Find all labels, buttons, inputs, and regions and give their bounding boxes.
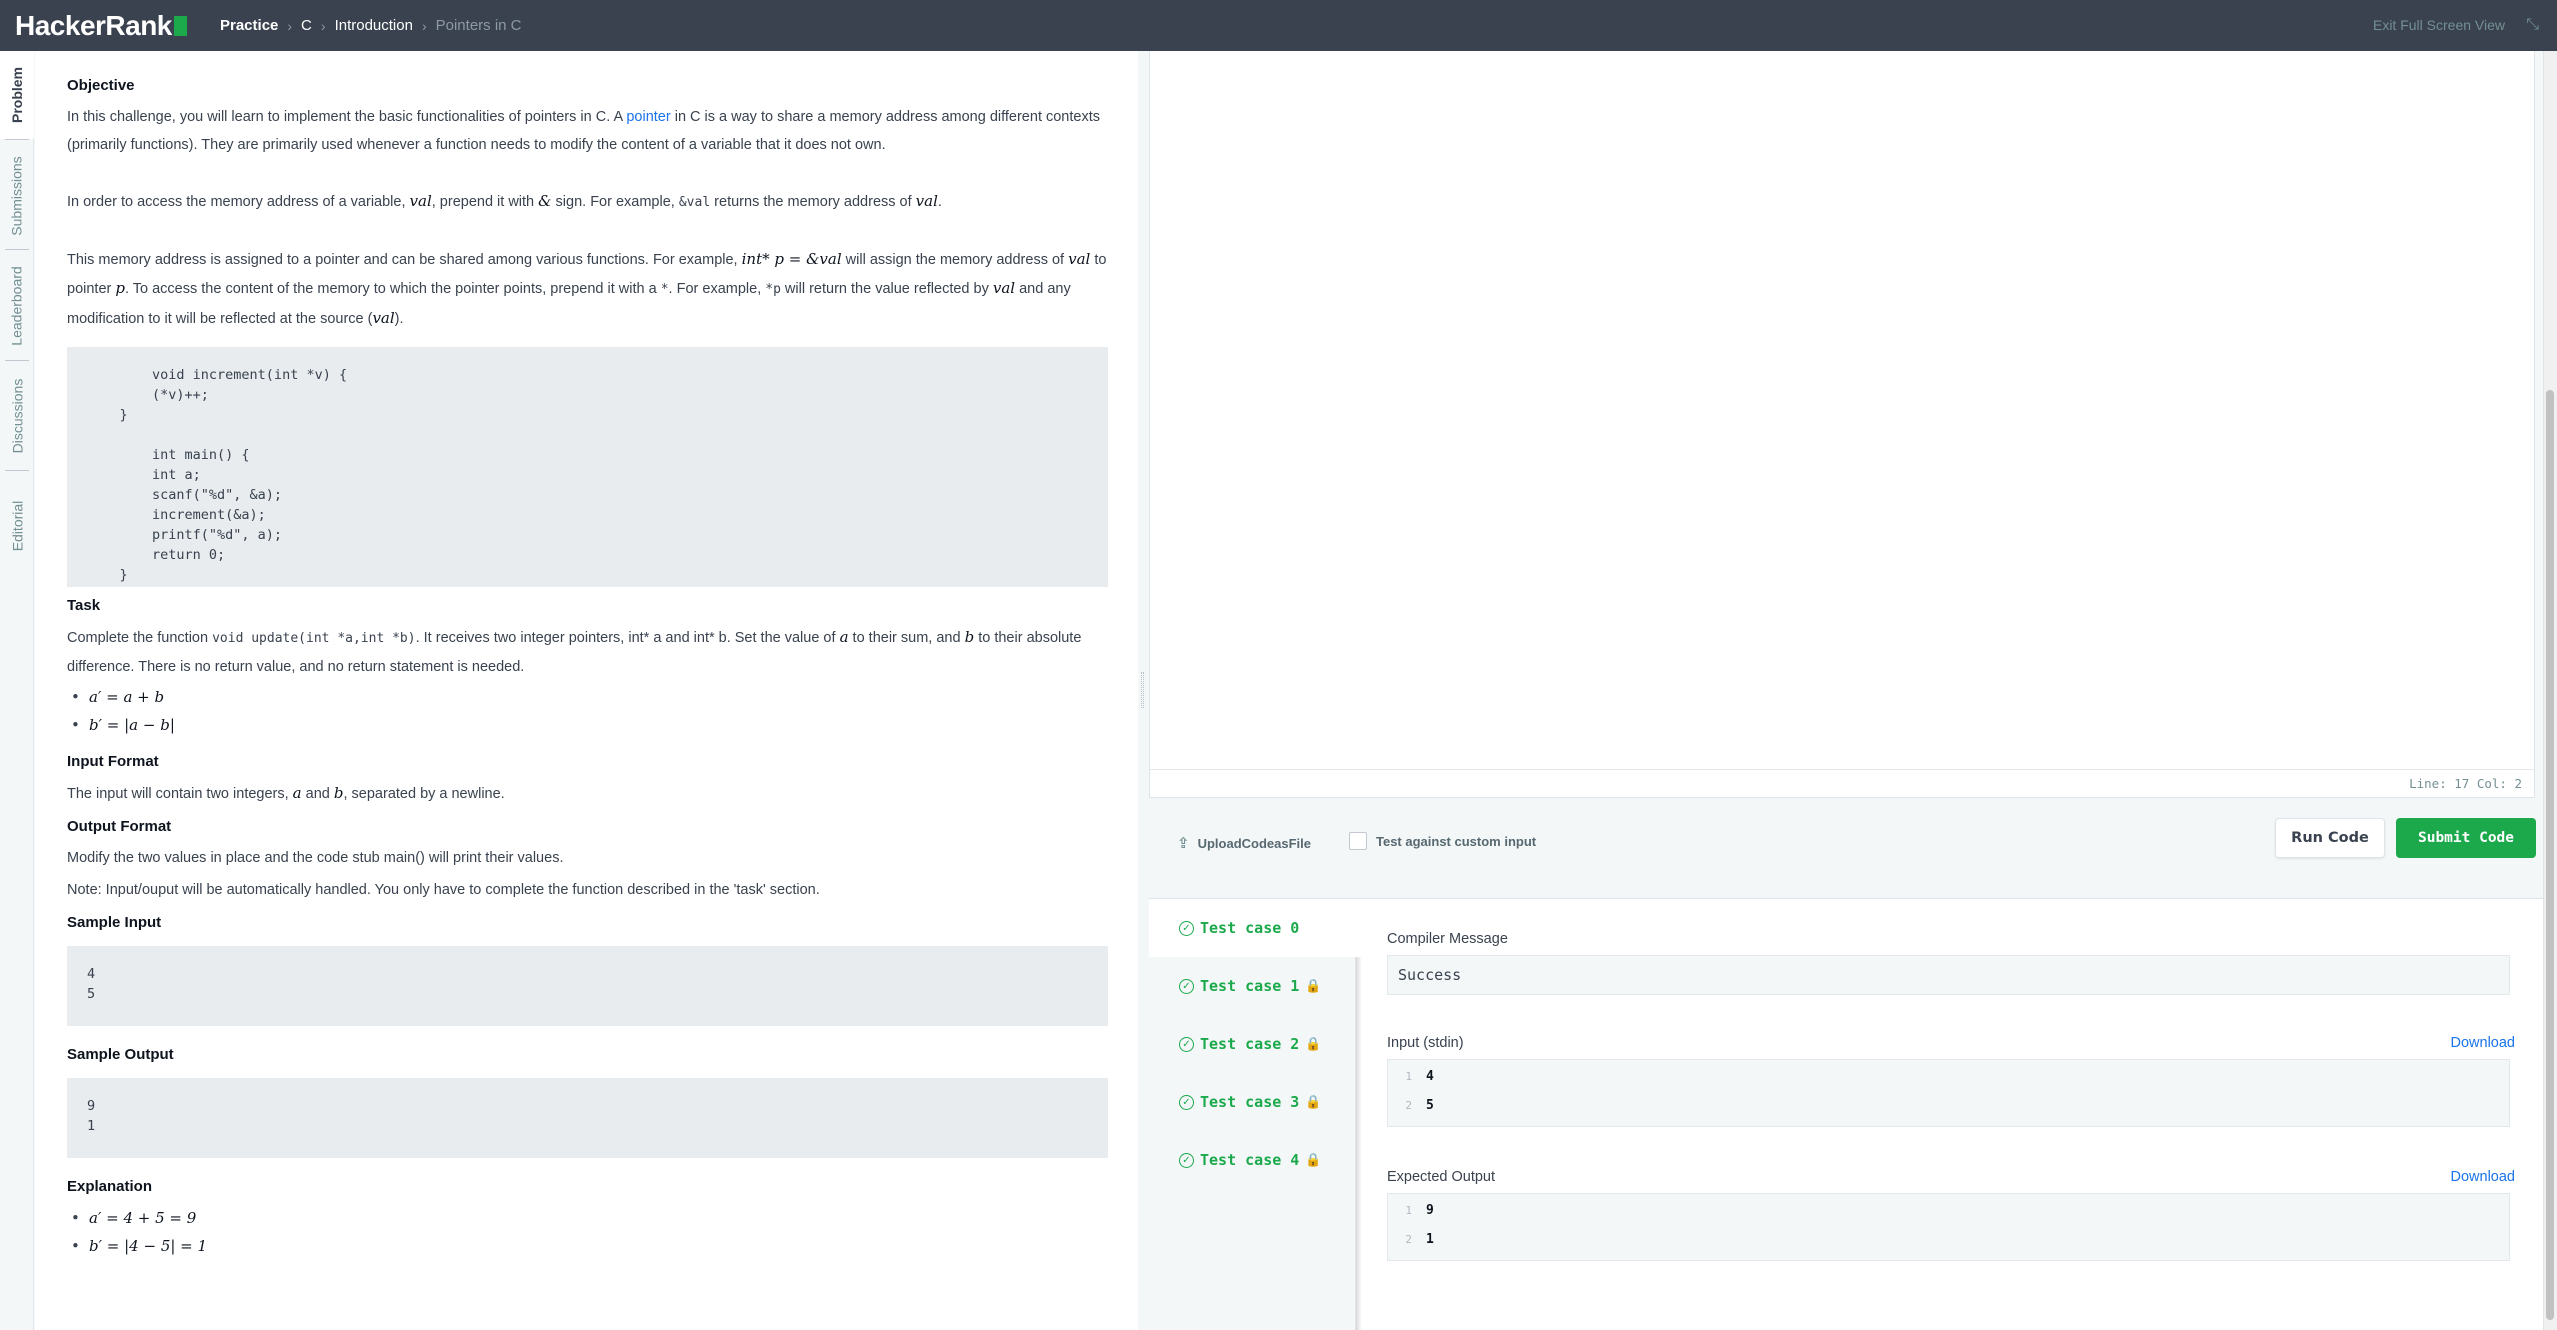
list-item: 25 — [1405, 1098, 1434, 1113]
lock-icon: 🔒 — [1305, 1152, 1322, 1168]
list-item: 19 — [1405, 1203, 1434, 1218]
tab-divider — [5, 139, 29, 140]
explanation-heading: Explanation — [67, 1178, 153, 1195]
chevron-right-icon: › — [421, 17, 427, 34]
tab-divider — [5, 249, 29, 250]
objective-heading: Objective — [67, 77, 135, 94]
tab-editorial[interactable]: Editorial — [0, 476, 34, 576]
input-download-link[interactable]: Download — [2451, 1035, 2516, 1051]
tab-test-case-2[interactable]: ✓ Test case 2 🔒 — [1149, 1015, 1356, 1073]
test-case-list: ✓ Test case 0 ✓ Test case 1 🔒 ✓ Test case 2 🔒… — [1149, 899, 1357, 1330]
breadcrumb-practice[interactable]: Practice — [220, 17, 278, 34]
divider-shadow — [1356, 957, 1362, 1330]
tab-divider — [5, 360, 29, 361]
objective-paragraph-3: This memory address is assigned to a poi… — [67, 250, 1107, 327]
tab-divider — [5, 470, 29, 471]
side-tabs: Problem Submissions Leaderboard Discussi… — [0, 51, 34, 1330]
expected-download-link[interactable]: Download — [2451, 1169, 2516, 1185]
list-item: b′ = |4 − 5| = 1 — [71, 1232, 1108, 1260]
code-editor[interactable]: Line: 17 Col: 2 — [1149, 51, 2535, 798]
check-circle-icon: ✓ — [1179, 1094, 1194, 1110]
tab-test-case-4[interactable]: ✓ Test case 4 🔒 — [1149, 1131, 1356, 1189]
input-box: 14 25 — [1387, 1059, 2510, 1127]
lock-icon: 🔒 — [1305, 1036, 1322, 1052]
test-results-panel: ✓ Test case 0 ✓ Test case 1 🔒 ✓ Test case 2 🔒… — [1149, 898, 2543, 1330]
expected-output-label: Expected Output — [1387, 1169, 1496, 1185]
sample-input-heading: Sample Input — [67, 914, 162, 931]
list-item: a′ = 4 + 5 = 9 — [71, 1204, 1108, 1232]
drag-handle-icon[interactable] — [1141, 672, 1144, 708]
explanation-bullets: a′ = 4 + 5 = 9 b′ = |4 − 5| = 1 — [71, 1204, 1108, 1260]
output-format-note: Note: Input/ouput will be automatically … — [67, 882, 820, 898]
sample-output-block: 9 1 — [67, 1078, 1108, 1158]
sample-input-block: 4 5 — [67, 946, 1108, 1026]
check-circle-icon: ✓ — [1179, 1036, 1194, 1052]
task-heading: Task — [67, 597, 101, 614]
breadcrumb-current: Pointers in C — [435, 17, 522, 34]
compiler-message-box: Success — [1387, 955, 2510, 995]
tab-test-case-0[interactable]: ✓ Test case 0 — [1149, 899, 1357, 957]
list-item: a′ = a + b — [71, 683, 1108, 711]
input-format-paragraph: The input will contain two integers, a a… — [67, 784, 505, 802]
hackerrank-logo[interactable]: HackerRank — [15, 10, 187, 42]
editor-actions: ⇪ UploadCodeasFile Test against custom in… — [1149, 798, 2543, 898]
editor-status-bar: Line: 17 Col: 2 — [1150, 769, 2534, 797]
list-item: 21 — [1405, 1232, 1434, 1247]
input-label: Input (stdin) — [1387, 1035, 1464, 1051]
problem-statement: Objective In this challenge, you will le… — [35, 51, 1138, 1330]
top-bar: HackerRank Practice › C › Introduction ›… — [0, 0, 2557, 51]
objective-paragraph-2: In order to access the memory address of… — [67, 192, 942, 210]
cursor-position: Line: 17 Col: 2 — [2409, 776, 2522, 791]
breadcrumb: Practice › C › Introduction › Pointers i… — [220, 17, 522, 34]
check-circle-icon: ✓ — [1179, 1152, 1194, 1168]
task-bullets: a′ = a + b b′ = |a − b| — [71, 683, 1108, 739]
objective-paragraph-1: In this challenge, you will learn to imp… — [67, 109, 1100, 153]
collapse-icon[interactable]: ⤡ — [2526, 16, 2539, 34]
tab-problem[interactable]: Problem — [0, 51, 34, 139]
lock-icon: 🔒 — [1305, 1094, 1322, 1110]
logo-mark-icon — [173, 16, 187, 36]
lock-icon: 🔒 — [1305, 978, 1322, 994]
tab-test-case-1[interactable]: ✓ Test case 1 🔒 — [1149, 957, 1356, 1015]
output-format-paragraph-1: Modify the two values in place and the c… — [67, 850, 564, 866]
expected-output-box: 19 21 — [1387, 1193, 2510, 1261]
upload-icon: ⇪ — [1177, 835, 1190, 852]
check-circle-icon: ✓ — [1179, 978, 1194, 994]
submit-code-button[interactable]: Submit Code — [2396, 818, 2536, 858]
pointer-link[interactable]: pointer — [626, 109, 670, 125]
custom-input-toggle[interactable]: Test against custom input — [1349, 832, 1536, 850]
custom-input-checkbox[interactable] — [1349, 832, 1367, 850]
breadcrumb-introduction[interactable]: Introduction — [335, 17, 413, 34]
compiler-message-label: Compiler Message — [1387, 931, 1508, 947]
task-paragraph: Complete the function void update(int *a… — [67, 628, 1082, 675]
tab-test-case-3[interactable]: ✓ Test case 3 🔒 — [1149, 1073, 1356, 1131]
tab-submissions[interactable]: Submissions — [0, 146, 34, 246]
chevron-right-icon: › — [320, 17, 326, 34]
code-sample-block: void increment(int *v) { (*v)++; } int m… — [67, 347, 1108, 587]
output-format-heading: Output Format — [67, 818, 172, 835]
breadcrumb-c[interactable]: C — [301, 17, 312, 34]
chevron-right-icon: › — [287, 17, 293, 34]
input-format-heading: Input Format — [67, 753, 159, 770]
check-circle-icon: ✓ — [1179, 920, 1194, 936]
tab-discussions[interactable]: Discussions — [0, 366, 34, 466]
list-item: 14 — [1405, 1069, 1434, 1084]
tab-leaderboard[interactable]: Leaderboard — [0, 256, 34, 356]
exit-fullscreen-link[interactable]: Exit Full Screen View — [2373, 17, 2505, 33]
upload-code-button[interactable]: ⇪ UploadCodeasFile — [1177, 834, 1311, 852]
run-code-button[interactable]: Run Code — [2275, 818, 2385, 858]
scrollbar-thumb[interactable] — [2546, 390, 2554, 1320]
list-item: b′ = |a − b| — [71, 711, 1108, 739]
sample-output-heading: Sample Output — [67, 1046, 174, 1063]
